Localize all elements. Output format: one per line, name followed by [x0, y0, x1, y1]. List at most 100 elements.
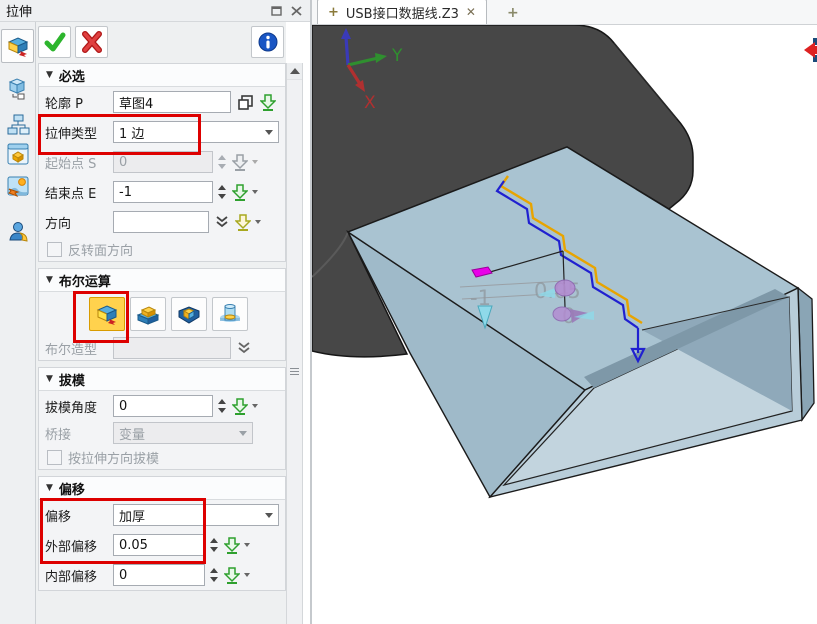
outer-offset-input[interactable] — [119, 538, 199, 553]
draft-angle-input[interactable] — [119, 399, 207, 414]
edge-marker-icon[interactable] — [804, 38, 817, 62]
boolean-intersect-button[interactable] — [212, 297, 248, 331]
section-offset: ▼ 偏移 偏移 加厚 外部偏移 — [38, 476, 286, 591]
offset-type-value: 加厚 — [119, 506, 145, 525]
collapse-icon: ▼ — [46, 374, 53, 384]
extrude-type-label: 拉伸类型 — [45, 123, 109, 142]
outer-offset-label: 外部偏移 — [45, 536, 109, 555]
collapse-icon: ▼ — [46, 70, 53, 80]
new-tab-button[interactable]: + — [501, 5, 525, 24]
boolean-add-button[interactable] — [130, 297, 166, 331]
section-boolean-title: 布尔运算 — [59, 271, 111, 290]
direction-caret-icon[interactable] — [255, 220, 261, 227]
scroll-up-icon[interactable] — [287, 63, 302, 80]
profile-input[interactable] — [119, 95, 225, 110]
boolean-base-button[interactable] — [89, 297, 125, 331]
inner-offset-input[interactable] — [119, 568, 199, 583]
boolean-shape-input — [119, 341, 225, 356]
profile-label: 轮廓 P — [45, 93, 109, 112]
direction-pick-icon[interactable] — [235, 214, 251, 231]
outer-offset-handle-sphere[interactable] — [555, 280, 575, 296]
draft-by-direction-label: 按拉伸方向拔模 — [68, 448, 159, 467]
panel-scrollbar[interactable] — [286, 63, 303, 624]
inner-offset-row: 内部偏移 — [39, 560, 285, 590]
draft-angle-caret-icon[interactable] — [252, 404, 258, 411]
end-point-row: 结束点 E — [39, 177, 285, 207]
close-panel-icon[interactable] — [288, 4, 304, 18]
direction-field[interactable] — [113, 211, 209, 233]
outer-offset-pick-icon[interactable] — [224, 537, 240, 554]
boolean-remove-button[interactable] — [171, 297, 207, 331]
draft-angle-field[interactable] — [113, 395, 213, 417]
section-offset-header[interactable]: ▼ 偏移 — [39, 477, 285, 500]
user-role-icon[interactable] — [4, 217, 32, 245]
start-point-row: 起始点 S — [39, 147, 285, 177]
pick-from-list-icon[interactable] — [260, 94, 276, 111]
panel-action-buttons — [36, 22, 286, 64]
chevron-down-icon — [265, 513, 273, 522]
inner-offset-spinner[interactable] — [210, 568, 218, 582]
draft-angle-spinner[interactable] — [218, 399, 226, 413]
offset-type-row: 偏移 加厚 — [39, 500, 285, 530]
section-boolean: ▼ 布尔运算 — [38, 268, 286, 361]
info-button[interactable] — [251, 26, 284, 58]
section-offset-title: 偏移 — [59, 479, 85, 498]
boolean-expand-icon[interactable] — [237, 341, 251, 355]
history-tree-icon[interactable] — [4, 111, 32, 139]
inner-offset-caret-icon[interactable] — [244, 573, 250, 580]
profile-field[interactable] — [113, 91, 231, 113]
extrude-type-dropdown[interactable]: 1 边 — [113, 121, 279, 143]
cancel-button[interactable] — [75, 26, 108, 58]
inner-offset-handle-sphere[interactable] — [553, 307, 571, 321]
inner-offset-pick-icon[interactable] — [224, 567, 240, 584]
offset-highlight-group: 偏移 加厚 外部偏移 — [39, 500, 285, 560]
tab-plus-icon: + — [328, 5, 339, 20]
extrude-options-panel: ▼ 必选 轮廓 P 拉伸类型 — [36, 22, 286, 624]
reverse-face-row: 反转面方向 — [39, 237, 285, 261]
section-required: ▼ 必选 轮廓 P 拉伸类型 — [38, 63, 286, 262]
outer-offset-row: 外部偏移 — [39, 530, 285, 560]
3d-viewport[interactable]: -1 0.05 0 Y X — [312, 25, 817, 624]
extrude-type-row: 拉伸类型 1 边 — [39, 117, 285, 147]
boolean-buttons-row — [39, 292, 285, 336]
end-point-field[interactable] — [113, 181, 213, 203]
inner-offset-field[interactable] — [113, 564, 205, 586]
draft-angle-label: 拔模角度 — [45, 397, 109, 416]
panel-resize-grip[interactable] — [290, 366, 299, 377]
outer-offset-field[interactable] — [113, 534, 205, 556]
start-point-input — [119, 155, 207, 170]
section-draft-title: 拔模 — [59, 370, 85, 389]
render-image-icon[interactable] — [4, 172, 32, 200]
inner-offset-label: 内部偏移 — [45, 566, 109, 585]
expand-options-icon[interactable] — [215, 215, 229, 229]
extrude-tool-icon[interactable] — [1, 29, 34, 63]
boolean-shape-row: 布尔造型 — [39, 336, 285, 360]
confirm-button[interactable] — [38, 26, 71, 58]
axis-label-x: X — [364, 93, 376, 113]
outer-offset-caret-icon[interactable] — [244, 543, 250, 550]
outer-offset-spinner[interactable] — [210, 538, 218, 552]
boolean-shape-label: 布尔造型 — [45, 339, 109, 358]
end-point-spinner[interactable] — [218, 185, 226, 199]
draft-by-direction-row: 按拉伸方向拔模 — [39, 445, 285, 469]
section-boolean-header[interactable]: ▼ 布尔运算 — [39, 269, 285, 292]
direction-input[interactable] — [119, 215, 203, 230]
float-panel-icon[interactable] — [268, 4, 284, 18]
section-draft-header[interactable]: ▼ 拔模 — [39, 368, 285, 391]
tab-close-icon[interactable]: ✕ — [466, 5, 476, 19]
section-required-header[interactable]: ▼ 必选 — [39, 64, 285, 87]
end-point-caret-icon[interactable] — [252, 190, 258, 197]
end-point-pick-icon[interactable] — [232, 184, 248, 201]
end-point-input[interactable] — [119, 185, 207, 200]
tab-usb-document[interactable]: + USB接口数据线.Z3 ✕ — [317, 0, 487, 24]
reverse-face-checkbox — [47, 242, 62, 257]
part-window-icon[interactable] — [4, 140, 32, 168]
offset-type-dropdown[interactable]: 加厚 — [113, 504, 279, 526]
tab-label: USB接口数据线.Z3 — [346, 3, 459, 22]
draft-angle-pick-icon[interactable] — [232, 398, 248, 415]
end-point-label: 结束点 E — [45, 183, 109, 202]
copy-profile-icon[interactable] — [237, 94, 254, 111]
wireframe-display-icon[interactable] — [4, 74, 32, 102]
start-point-spinner — [218, 155, 226, 169]
document-tabbar: + USB接口数据线.Z3 ✕ + — [312, 0, 817, 25]
